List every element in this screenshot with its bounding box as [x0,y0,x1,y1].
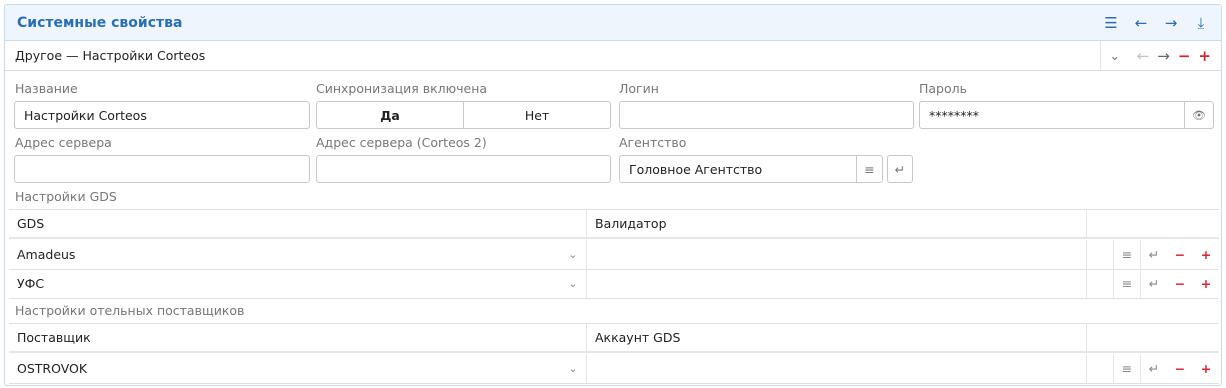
chevron-down-icon[interactable]: ⌄ [560,362,586,375]
record-nav: ← → − + [1129,47,1221,65]
panel-header: Системные свойства ☰ ← → ⤓ [5,5,1221,41]
agency-label: Агентство [619,135,687,150]
add-record-icon[interactable]: + [1198,47,1211,65]
arrow-left-icon[interactable]: ← [1131,14,1151,32]
sync-toggle: Да Нет [316,101,611,129]
agency-return-icon[interactable]: ↵ [887,155,913,183]
next-record-icon[interactable]: → [1157,47,1170,65]
sync-no-option[interactable]: Нет [464,102,610,128]
list-icon[interactable]: ≡ [1113,269,1140,298]
gds-select[interactable]: Amadeus ⌄ [9,240,587,269]
add-row-icon[interactable]: + [1193,354,1219,383]
supplier-column-header: Поставщик [9,324,587,351]
agency-field[interactable]: Головное Агентство [619,155,857,183]
password-field[interactable]: ******** [919,101,1185,129]
supplier-select[interactable]: OSTROVOK ⌄ [9,354,587,383]
record-select[interactable]: Другое — Настройки Corteos [5,48,1100,63]
list-icon[interactable]: ☰ [1101,14,1121,32]
server2-label: Адрес сервера (Corteos 2) [316,135,487,150]
hotels-table-header: Поставщик Аккаунт GDS [9,323,1219,353]
chevron-down-icon[interactable]: ⌄ [1099,41,1129,70]
delete-record-icon[interactable]: − [1178,47,1191,65]
server-label: Адрес сервера [15,135,112,150]
account-column-header: Аккаунт GDS [587,324,1087,351]
collapse-icon[interactable]: ⤓ [1191,14,1211,32]
return-icon[interactable]: ↵ [1140,240,1167,269]
panel-title: Системные свойства [17,14,183,31]
agency-list-icon[interactable]: ≡ [856,155,883,183]
login-label: Логин [619,81,659,96]
chevron-down-icon[interactable]: ⌄ [560,248,586,261]
sync-label: Синхронизация включена [316,81,488,96]
header-toolbar: ☰ ← → ⤓ [1101,14,1211,32]
return-icon[interactable]: ↵ [1140,354,1167,383]
chevron-down-icon[interactable]: ⌄ [560,277,586,290]
password-label: Пароль [919,81,967,96]
login-field[interactable] [619,101,914,129]
arrow-right-icon[interactable]: → [1161,14,1181,32]
remove-row-icon[interactable]: − [1167,269,1193,298]
remove-row-icon[interactable]: − [1167,354,1193,383]
hotels-section-label: Настройки отельных поставщиков [15,303,245,318]
show-password-icon[interactable]: 👁 [1184,101,1214,129]
prev-record-icon[interactable]: ← [1137,47,1150,65]
list-icon[interactable]: ≡ [1113,240,1140,269]
add-row-icon[interactable]: + [1193,269,1219,298]
sync-yes-option[interactable]: Да [317,102,464,128]
gds-section-label: Настройки GDS [15,189,117,204]
name-label: Название [15,81,78,96]
server2-field[interactable] [316,155,611,183]
validator-column-header: Валидатор [587,210,1087,237]
account-cell[interactable] [587,354,1087,383]
name-field[interactable]: Настройки Corteos [14,101,310,129]
gds-column-header: GDS [9,210,587,237]
gds-select[interactable]: УФС ⌄ [9,269,587,298]
gds-table-header: GDS Валидатор [9,209,1219,239]
table-row: Amadeus ⌄ ≡ ↵ − + [9,240,1219,270]
table-row: OSTROVOK ⌄ ≡ ↵ − + [9,354,1219,384]
record-selector-bar: Другое — Настройки Corteos ⌄ ← → − + [5,41,1221,71]
table-row: УФС ⌄ ≡ ↵ − + [9,269,1219,299]
add-row-icon[interactable]: + [1193,240,1219,269]
system-properties-panel: Системные свойства ☰ ← → ⤓ Другое — Наст… [4,4,1222,386]
return-icon[interactable]: ↵ [1140,269,1167,298]
server-field[interactable] [14,155,310,183]
validator-cell[interactable] [587,269,1087,298]
list-icon[interactable]: ≡ [1113,354,1140,383]
remove-row-icon[interactable]: − [1167,240,1193,269]
validator-cell[interactable] [587,240,1087,269]
